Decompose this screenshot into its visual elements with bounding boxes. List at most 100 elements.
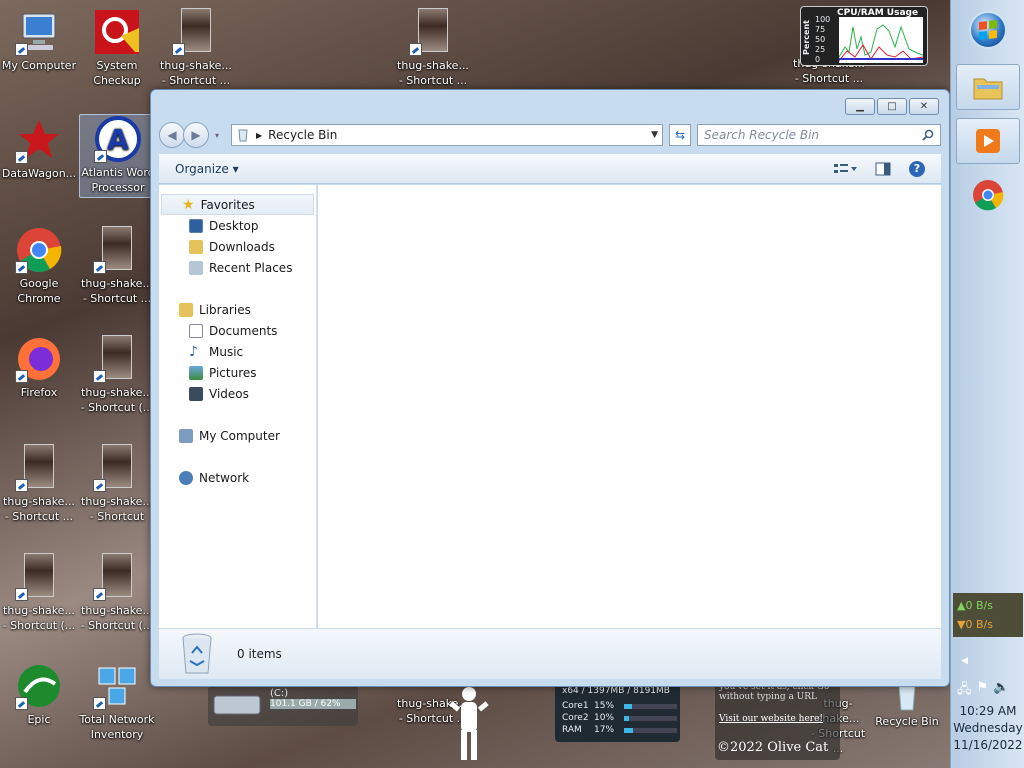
search-placeholder[interactable]: Search Recycle Bin <box>704 128 922 142</box>
nav-music[interactable]: ♪ Music <box>159 341 316 362</box>
organize-button[interactable]: Organize ▾ <box>175 162 239 176</box>
recent-pages-chevron-icon[interactable]: ▾ <box>215 131 219 140</box>
clock-day: Wednesday <box>953 721 1023 735</box>
desktop-icon-firefox[interactable]: Firefox <box>0 335 78 400</box>
desktop-icon-label: My Computer <box>1 59 77 72</box>
downloads-folder-icon <box>189 239 203 254</box>
desktop-icon-recycle-bin[interactable]: Recycle Bin <box>868 680 946 729</box>
desktop-icon-thug-shake[interactable]: thug-shake... - Shortcut ... <box>157 8 235 88</box>
desktop-icon-label: Google Chrome <box>17 277 61 305</box>
meter-row: RAM 17% <box>562 724 677 736</box>
clock[interactable]: 10:29 AM Wednesday 11/16/2022 <box>951 703 1024 754</box>
network-tray-icon[interactable]: 🖧 <box>957 680 972 702</box>
music-note-icon: ♪ <box>189 343 198 360</box>
explorer-window[interactable]: ▁ □ ✕ ◀ ▶ ▾ ▶ Recycle Bin ▼ ⇆ Search Rec… <box>150 89 950 687</box>
address-row: ◀ ▶ ▾ ▶ Recycle Bin ▼ ⇆ Search Recycle B… <box>159 122 941 148</box>
nav-favorites[interactable]: ★ Favorites <box>161 194 314 215</box>
desktop-icon-thug-shake[interactable]: thug-shake... - Shortcut (... <box>0 553 78 633</box>
desktop-icon-epic[interactable]: Epic <box>0 662 78 727</box>
nav-libraries[interactable]: Libraries <box>159 299 316 320</box>
navigation-pane: ★ Favorites Desktop Downloads Recent Pla… <box>159 185 317 628</box>
desktop-icon-atlantis[interactable]: A Atlantis Word Processor <box>79 114 157 198</box>
start-button[interactable] <box>958 2 1018 58</box>
volume-icon[interactable]: 🔈 <box>993 680 1009 702</box>
download-speed: ▼0 B/s <box>957 618 993 631</box>
desktop-icon-label: thug-shake... - Shortcut (... <box>80 604 154 632</box>
taskbar-explorer-button[interactable] <box>955 64 1020 110</box>
meter-label: Core2 <box>562 713 589 723</box>
desktop-icon-label: thug-shake... - Shortcut ... <box>3 495 75 523</box>
total-network-icon <box>93 662 141 710</box>
desktop-icon-chrome[interactable]: Google Chrome <box>0 226 78 306</box>
nav-label: Documents <box>209 323 278 338</box>
nav-network[interactable]: Network <box>159 467 316 488</box>
olive-cat-link[interactable]: Visit our website here! <box>719 714 823 724</box>
nav-pictures[interactable]: Pictures <box>159 362 316 383</box>
computer-icon <box>179 428 193 443</box>
nav-label: Favorites <box>200 197 255 212</box>
preview-pane-icon[interactable] <box>875 162 891 176</box>
nav-videos[interactable]: Videos <box>159 383 316 404</box>
address-text[interactable]: Recycle Bin <box>268 128 337 142</box>
taskbar-chrome-button[interactable] <box>956 172 1020 218</box>
shortcut-arrow-icon <box>15 697 28 710</box>
nav-label: Music <box>209 344 244 359</box>
nav-label: Desktop <box>209 218 259 233</box>
folder-icon <box>973 78 1002 100</box>
desktop-icon-label: thug-shake... - Shortcut (... <box>80 386 154 414</box>
command-bar: Organize ▾ ? <box>159 154 941 184</box>
action-center-flag-icon[interactable]: ⚑ <box>977 680 989 702</box>
forward-button[interactable]: ▶ <box>183 122 209 148</box>
window-controls: ▁ □ ✕ <box>845 98 939 115</box>
search-icon[interactable] <box>922 129 934 141</box>
minimize-button[interactable]: ▁ <box>845 98 875 115</box>
desktop-icon-thug-shake[interactable]: thug-shake... - Shortcut <box>78 444 156 524</box>
refresh-button[interactable]: ⇆ <box>669 124 691 146</box>
maximize-button[interactable]: □ <box>877 98 907 115</box>
desktop-icon-thug-shake[interactable]: thug-shake... - Shortcut ... <box>394 8 472 88</box>
shortcut-arrow-icon <box>172 43 185 56</box>
desktop-icon-label: DataWagon... <box>1 167 77 180</box>
shortcut-arrow-icon <box>15 588 28 601</box>
cpu-ram-gadget[interactable]: CPU/RAM Usage Percent 100 75 50 25 0 <box>800 6 928 66</box>
cpu-tick-label: 0 <box>815 55 821 64</box>
desktop-icon-datawagon[interactable]: DataWagon... <box>0 116 78 181</box>
breadcrumb-separator-icon[interactable]: ▶ <box>256 131 262 140</box>
clock-date: 11/16/2022 <box>953 738 1023 752</box>
drive-info: 101.1 GB / 62% <box>270 699 356 709</box>
address-bar[interactable]: ▶ Recycle Bin ▼ <box>231 124 663 146</box>
desktop-icon-total-network[interactable]: Total Network Inventory <box>78 662 156 742</box>
nav-documents[interactable]: Documents <box>159 320 316 341</box>
desktop-icon-thug-shake[interactable]: thug-shake... - Shortcut ... <box>0 444 78 524</box>
desktop-icon-thug-shake[interactable]: thug-shake... - Shortcut (... <box>78 553 156 633</box>
nav-my-computer[interactable]: My Computer <box>159 425 316 446</box>
desktop-icon-thug-shake[interactable]: thug-shake... - Shortcut ... <box>78 226 156 306</box>
desktop-icon-thug-shake[interactable]: thug-shake... - Shortcut (... <box>78 335 156 415</box>
shortcut-arrow-icon <box>15 479 28 492</box>
recent-places-icon <box>189 260 203 275</box>
nav-desktop[interactable]: Desktop <box>159 215 316 236</box>
meter-bar <box>624 727 677 733</box>
nav-downloads[interactable]: Downloads <box>159 236 316 257</box>
nav-label: Downloads <box>209 239 275 254</box>
close-button[interactable]: ✕ <box>909 98 939 115</box>
show-hidden-icons-button[interactable]: ◀ <box>961 656 968 666</box>
help-icon[interactable]: ? <box>909 160 925 177</box>
change-view-icon[interactable] <box>833 162 857 176</box>
shortcut-arrow-icon <box>15 261 28 274</box>
address-history-dropdown-icon[interactable]: ▼ <box>651 130 662 140</box>
recycle-bin-large-icon <box>181 633 213 675</box>
datawagon-icon <box>15 116 63 164</box>
taskbar-media-player-button[interactable] <box>955 118 1020 164</box>
hard-drive-icon <box>213 695 261 715</box>
meter-row: Core2 10% <box>562 712 677 724</box>
file-list-area[interactable] <box>318 185 941 628</box>
search-box[interactable]: Search Recycle Bin <box>697 124 941 146</box>
thug-shake-thumbnail-icon <box>172 8 220 56</box>
desktop-icon-system-checkup[interactable]: System Checkup <box>78 8 156 88</box>
nav-recent-places[interactable]: Recent Places <box>159 257 316 278</box>
desktop-icon-my-computer[interactable]: My Computer <box>0 8 78 73</box>
back-button[interactable]: ◀ <box>159 122 185 148</box>
olive-cat-gadget[interactable]: you've set it as, click Go without typin… <box>715 680 840 760</box>
item-count: 0 items <box>237 647 282 661</box>
